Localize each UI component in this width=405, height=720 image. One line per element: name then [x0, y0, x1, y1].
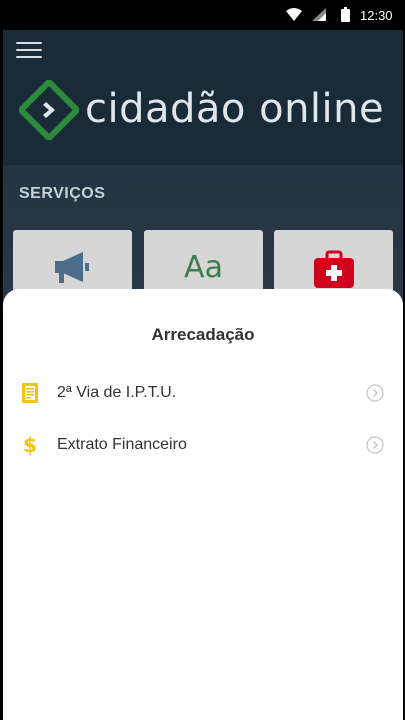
document-icon: [22, 383, 38, 403]
app-logo-text: cidadão online: [85, 86, 385, 132]
megaphone-icon: [54, 252, 89, 283]
menu-item-label: 2ª Via de I.P.T.U.: [57, 384, 177, 401]
hamburger-menu-icon[interactable]: [16, 42, 42, 60]
menu-item-extrato[interactable]: $ Extrato Financeiro: [3, 422, 403, 468]
battery-icon: [341, 7, 350, 22]
dollar-icon: $: [23, 433, 37, 457]
status-bar: 12:30: [0, 0, 405, 30]
logo-mark-icon: [19, 80, 79, 140]
bottom-sheet: Arrecadação 2ª Via de I.P.T.U. $ Extrato…: [3, 289, 403, 720]
text-format-icon: Aa: [184, 250, 223, 285]
services-section-title: SERVIÇOS: [19, 185, 106, 202]
status-time: 12:30: [360, 8, 393, 23]
app-header: cidadão online: [3, 30, 403, 165]
cellular-signal-icon: [312, 8, 326, 21]
sheet-title: Arrecadação: [151, 325, 255, 344]
chevron-right-icon: [366, 436, 384, 454]
first-aid-kit-icon: [313, 250, 354, 288]
menu-item-label: Extrato Financeiro: [57, 436, 187, 453]
chevron-right-icon: [366, 384, 384, 402]
wifi-icon: [286, 8, 302, 21]
menu-item-iptu[interactable]: 2ª Via de I.P.T.U.: [3, 370, 403, 416]
